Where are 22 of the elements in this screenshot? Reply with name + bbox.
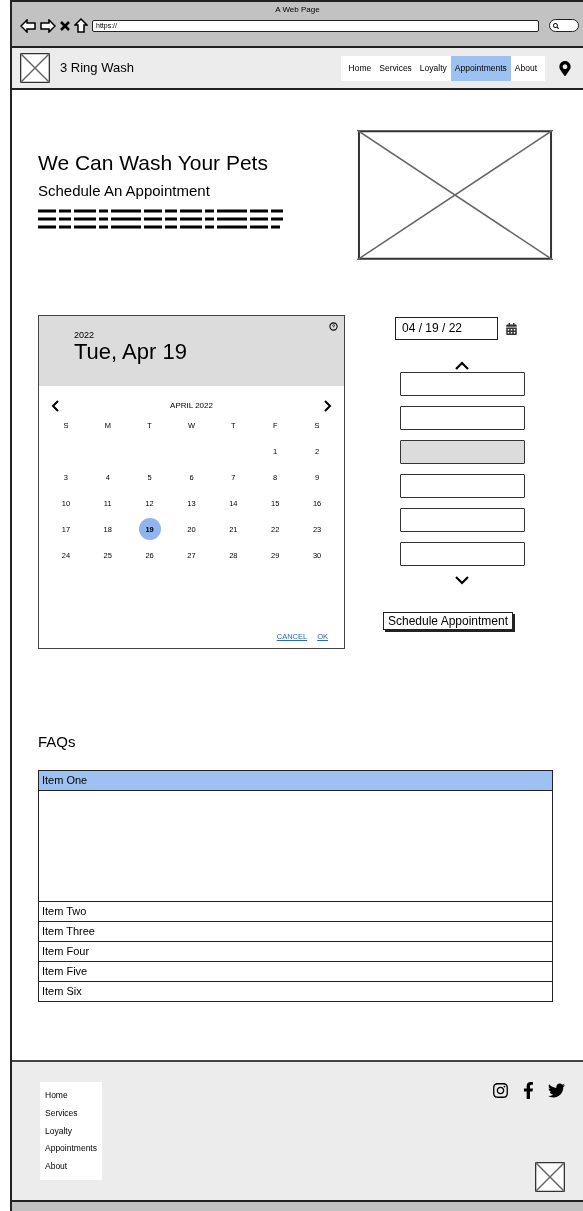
picker-date: Tue, Apr 19: [74, 340, 187, 364]
nav-link[interactable]: Appointments: [450, 55, 511, 81]
window-title: A Web Page: [274, 4, 321, 16]
schedule-button[interactable]: Schedule Appointment: [382, 612, 514, 630]
footer-link[interactable]: Services: [45, 1106, 97, 1120]
faq-item[interactable]: Item Six: [38, 981, 553, 1002]
picker-year: 2022: [74, 330, 96, 340]
footer-link[interactable]: About: [45, 1160, 97, 1173]
footer-link[interactable]: Appointments: [45, 1142, 97, 1155]
faq-heading: FAQs: [38, 732, 77, 752]
faq-item[interactable]: Item Three: [38, 921, 553, 942]
page-heading: We Can Wash Your Pets: [38, 150, 269, 176]
month-label: APRIL 2022: [169, 400, 214, 412]
faq-item[interactable]: Item One: [38, 770, 553, 791]
faq-item[interactable]: Item Five: [38, 961, 553, 982]
faq-item[interactable]: Item Two: [38, 901, 553, 922]
date-field[interactable]: 04 / 19 / 22: [395, 317, 498, 340]
page-subheading: Schedule An Appointment: [38, 181, 211, 201]
faq-item[interactable]: Item Four: [38, 941, 553, 962]
footer-link[interactable]: Home: [45, 1089, 97, 1102]
footer-link[interactable]: Loyalty: [45, 1124, 97, 1138]
brand-name: 3 Ring Wash: [60, 59, 134, 78]
